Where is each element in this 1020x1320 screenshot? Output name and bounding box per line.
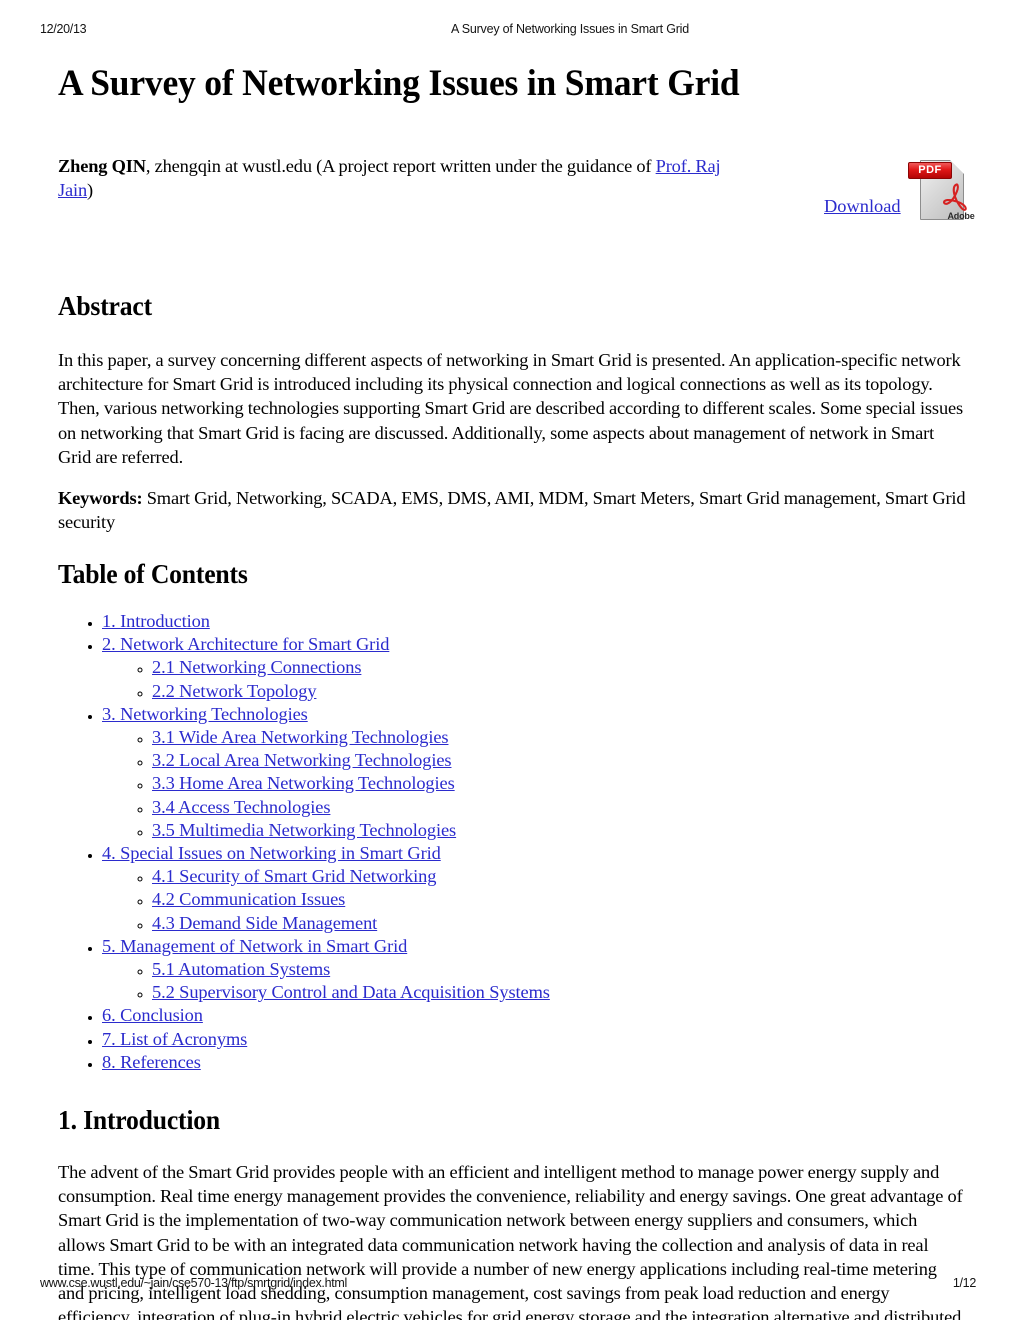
toc-subitem: 3.2 Local Area Networking Technologies — [152, 749, 758, 772]
toc-subitem: 4.3 Demand Side Management — [152, 912, 758, 935]
toc-item: 6. Conclusion — [102, 1004, 758, 1027]
print-header-title: A Survey of Networking Issues in Smart G… — [450, 22, 690, 36]
download-block: Download Adobe PDF — [824, 156, 975, 228]
toc-subitem: 2.1 Networking Connections — [152, 656, 758, 679]
toc-subitem: 3.4 Access Technologies — [152, 796, 758, 819]
toc-sublist: 5.1 Automation Systems 5.2 Supervisory Co… — [102, 958, 758, 1004]
toc-link[interactable]: 3. Networking Technologies — [102, 704, 308, 724]
toc-item: 4. Special Issues on Networking in Smart… — [102, 842, 758, 935]
toc-item: 1. Introduction — [102, 610, 758, 633]
author-name: Zheng QIN — [58, 156, 146, 176]
print-footer-page-number: 1/12 — [952, 1276, 976, 1290]
toc-subitem: 5.2 Supervisory Control and Data Acquisi… — [152, 981, 758, 1004]
toc-sublist: 4.1 Security of Smart Grid Networking 4.2… — [102, 865, 758, 935]
abstract-heading: Abstract — [58, 291, 152, 321]
toc-sublink[interactable]: 3.1 Wide Area Networking Technologies — [152, 727, 449, 747]
toc-subitem: 4.2 Communication Issues — [152, 888, 758, 911]
print-header-date: 12/20/13 — [40, 22, 87, 36]
toc-sublist: 3.1 Wide Area Networking Technologies 3.2… — [102, 726, 758, 842]
toc-subitem: 4.1 Security of Smart Grid Networking — [152, 865, 758, 888]
download-link[interactable]: Download — [824, 196, 901, 217]
toc-link[interactable]: 8. References — [102, 1052, 201, 1072]
toc-subitem: 5.1 Automation Systems — [152, 958, 758, 981]
document-content: A Survey of Networking Issues in Smart G… — [58, 62, 975, 1320]
print-footer-url: www.cse.wustl.edu/~jain/cse570-13/ftp/sm… — [40, 1276, 348, 1290]
introduction-text: The advent of the Smart Grid provides pe… — [58, 1162, 963, 1320]
toc-item: 7. List of Acronyms — [102, 1028, 758, 1051]
keywords-label: Keywords: — [58, 488, 143, 508]
toc-subitem: 3.3 Home Area Networking Technologies — [152, 772, 758, 795]
toc-subitem: 3.5 Multimedia Networking Technologies — [152, 819, 758, 842]
abstract-text: In this paper, a survey concerning diffe… — [58, 350, 964, 467]
toc-link[interactable]: 7. List of Acronyms — [102, 1029, 247, 1049]
keywords-text: Smart Grid, Networking, SCADA, EMS, DMS,… — [58, 488, 966, 533]
toc-list: 1. Introduction2. Network Architecture f… — [58, 610, 758, 1074]
author-affiliation-text: , zhengqin at wustl.edu (A project repor… — [145, 156, 656, 176]
abstract-body: In this paper, a survey concerning diffe… — [58, 348, 966, 469]
toc-sublink[interactable]: 4.1 Security of Smart Grid Networking — [152, 866, 436, 886]
acrobat-a-logo-icon — [943, 183, 967, 211]
toc-item: 2. Network Architecture for Smart Grid2.… — [102, 633, 758, 703]
toc-subitem: 3.1 Wide Area Networking Technologies — [152, 726, 758, 749]
author-closing-paren: ) — [87, 180, 94, 201]
keywords-block: Keywords: Smart Grid, Networking, SCADA,… — [58, 486, 966, 534]
introduction-body: The advent of the Smart Grid provides pe… — [58, 1160, 966, 1320]
toc-link[interactable]: 5. Management of Network in Smart Grid — [102, 936, 407, 956]
toc-list-wrapper: 1. Introduction2. Network Architecture f… — [58, 610, 758, 1074]
pdf-icon-badge: PDF — [908, 162, 952, 179]
pdf-icon-brand-text: Adobe — [947, 211, 975, 221]
pdf-adobe-icon[interactable]: Adobe PDF — [908, 156, 975, 224]
print-footer: www.cse.wustl.edu/~jain/cse570-13/ftp/sm… — [40, 1276, 980, 1292]
toc-link[interactable]: 1. Introduction — [102, 611, 210, 631]
print-header: 12/20/13 A Survey of Networking Issues i… — [40, 22, 980, 38]
toc-heading: Table of Contents — [58, 559, 248, 589]
toc-sublink[interactable]: 4.2 Communication Issues — [152, 889, 345, 909]
toc-sublink[interactable]: 4.3 Demand Side Management — [152, 913, 377, 933]
toc-link[interactable]: 4. Special Issues on Networking in Smart… — [102, 843, 441, 863]
toc-item: 8. References — [102, 1051, 758, 1074]
toc-sublink[interactable]: 3.5 Multimedia Networking Technologies — [152, 820, 456, 840]
toc-sublink[interactable]: 2.2 Network Topology — [152, 681, 317, 701]
toc-subitem: 2.2 Network Topology — [152, 680, 758, 703]
pdf-icon-fold — [950, 160, 964, 174]
toc-link[interactable]: 2. Network Architecture for Smart Grid — [102, 634, 389, 654]
toc-sublink[interactable]: 3.4 Access Technologies — [152, 797, 331, 817]
page-title: A Survey of Networking Issues in Smart G… — [58, 63, 740, 104]
toc-sublist: 2.1 Networking Connections 2.2 Network To… — [102, 656, 758, 702]
toc-item: 3. Networking Technologies3.1 Wide Area … — [102, 703, 758, 842]
toc-sublink[interactable]: 5.1 Automation Systems — [152, 959, 330, 979]
toc-sublink[interactable]: 3.2 Local Area Networking Technologies — [152, 750, 452, 770]
introduction-heading: 1. Introduction — [58, 1105, 221, 1135]
toc-item: 5. Management of Network in Smart Grid5.… — [102, 935, 758, 1005]
document-page: 12/20/13 A Survey of Networking Issues i… — [0, 0, 1020, 1320]
toc-sublink[interactable]: 5.2 Supervisory Control and Data Acquisi… — [152, 982, 550, 1002]
toc-sublink[interactable]: 3.3 Home Area Networking Technologies — [152, 773, 455, 793]
author-line: Zheng QIN, zhengqin at wustl.edu (A proj… — [58, 154, 758, 202]
toc-link[interactable]: 6. Conclusion — [102, 1005, 203, 1025]
toc-sublink[interactable]: 2.1 Networking Connections — [152, 657, 361, 677]
keywords-line: Keywords: Smart Grid, Networking, SCADA,… — [58, 486, 966, 534]
